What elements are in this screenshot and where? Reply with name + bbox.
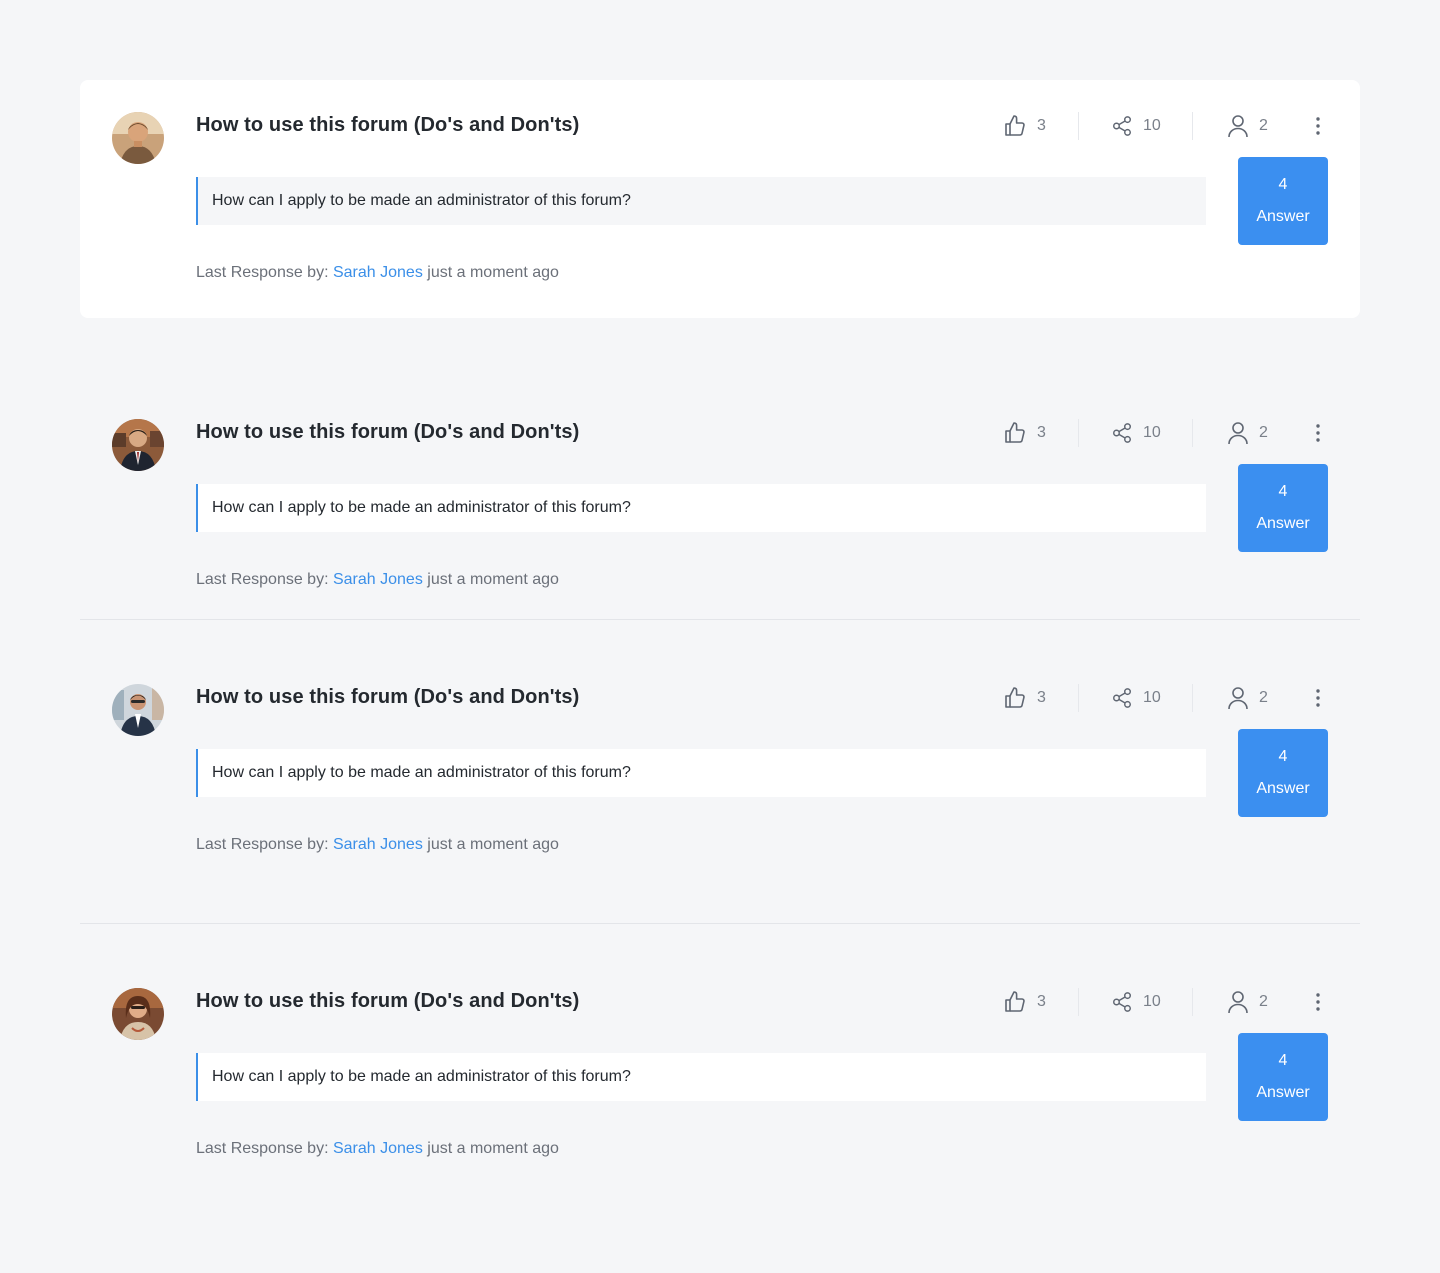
likes-count: 3 — [1037, 424, 1046, 441]
shares-stat[interactable]: 10 — [1111, 419, 1161, 447]
divider — [1192, 419, 1193, 447]
divider — [1078, 419, 1079, 447]
thread-title[interactable]: How to use this forum (Do's and Don'ts) — [196, 114, 579, 137]
more-options-button[interactable] — [1306, 112, 1330, 140]
answer-count: 4 — [1278, 176, 1288, 193]
last-response-time: just a moment ago — [427, 571, 559, 588]
thread-item[interactable]: How to use this forum (Do's and Don'ts) … — [80, 924, 1360, 1224]
more-vertical-icon — [1316, 424, 1320, 442]
last-response-prefix: Last Response by: — [196, 836, 329, 853]
shares-stat[interactable]: 10 — [1111, 112, 1161, 140]
users-stat[interactable]: 2 — [1227, 419, 1268, 447]
shares-count: 10 — [1143, 117, 1161, 134]
answer-button[interactable]: 4 Answer — [1238, 729, 1328, 817]
users-stat[interactable]: 2 — [1227, 112, 1268, 140]
thumbs-up-icon — [1005, 115, 1025, 136]
answer-button[interactable]: 4 Answer — [1238, 464, 1328, 552]
thumbs-up-icon — [1005, 991, 1025, 1012]
likes-count: 3 — [1037, 993, 1046, 1010]
more-options-button[interactable] — [1306, 988, 1330, 1016]
answer-label: Answer — [1256, 515, 1310, 532]
thread-item[interactable]: How to use this forum (Do's and Don'ts) … — [80, 620, 1360, 924]
answer-button[interactable]: 4 Answer — [1238, 157, 1328, 245]
users-count: 2 — [1259, 424, 1268, 441]
answer-count: 4 — [1278, 1052, 1288, 1069]
more-options-button[interactable] — [1306, 419, 1330, 447]
likes-stat[interactable]: 3 — [1003, 419, 1046, 447]
more-options-button[interactable] — [1306, 684, 1330, 712]
last-response: Last Response by: Sarah Jones just a mom… — [196, 836, 559, 854]
more-vertical-icon — [1316, 117, 1320, 135]
last-response-time: just a moment ago — [427, 836, 559, 853]
last-response: Last Response by: Sarah Jones just a mom… — [196, 264, 559, 282]
answer-count: 4 — [1278, 748, 1288, 765]
avatar[interactable] — [112, 419, 164, 471]
question-text: How can I apply to be made an administra… — [196, 484, 1206, 532]
thumbs-up-icon — [1005, 687, 1025, 708]
last-response-prefix: Last Response by: — [196, 1140, 329, 1157]
forum-thread-list: How to use this forum (Do's and Don'ts) … — [80, 80, 1360, 1224]
divider — [1192, 112, 1193, 140]
divider — [1192, 684, 1193, 712]
users-count: 2 — [1259, 689, 1268, 706]
divider — [1192, 988, 1193, 1016]
thread-card[interactable]: How to use this forum (Do's and Don'ts) … — [80, 80, 1360, 318]
answer-label: Answer — [1256, 1084, 1310, 1101]
users-stat[interactable]: 2 — [1227, 684, 1268, 712]
user-icon — [1228, 115, 1248, 138]
answer-count: 4 — [1278, 483, 1288, 500]
likes-count: 3 — [1037, 689, 1046, 706]
last-response-time: just a moment ago — [427, 1140, 559, 1157]
answer-button[interactable]: 4 Answer — [1238, 1033, 1328, 1121]
avatar[interactable] — [112, 988, 164, 1040]
user-icon — [1228, 687, 1248, 710]
question-text: How can I apply to be made an administra… — [196, 177, 1206, 225]
shares-stat[interactable]: 10 — [1111, 684, 1161, 712]
last-response-time: just a moment ago — [427, 264, 559, 281]
share-icon — [1113, 423, 1131, 443]
last-response: Last Response by: Sarah Jones just a mom… — [196, 1140, 559, 1158]
question-text: How can I apply to be made an administra… — [196, 749, 1206, 797]
share-icon — [1113, 116, 1131, 136]
last-response-author-link[interactable]: Sarah Jones — [333, 264, 423, 281]
divider — [1078, 988, 1079, 1016]
last-response: Last Response by: Sarah Jones just a mom… — [196, 571, 559, 589]
answer-label: Answer — [1256, 208, 1310, 225]
likes-stat[interactable]: 3 — [1003, 684, 1046, 712]
last-response-prefix: Last Response by: — [196, 264, 329, 281]
share-icon — [1113, 992, 1131, 1012]
more-vertical-icon — [1316, 993, 1320, 1011]
user-icon — [1228, 991, 1248, 1014]
last-response-author-link[interactable]: Sarah Jones — [333, 571, 423, 588]
users-count: 2 — [1259, 993, 1268, 1010]
answer-label: Answer — [1256, 780, 1310, 797]
avatar[interactable] — [112, 112, 164, 164]
thread-title[interactable]: How to use this forum (Do's and Don'ts) — [196, 686, 579, 709]
shares-count: 10 — [1143, 424, 1161, 441]
thread-title[interactable]: How to use this forum (Do's and Don'ts) — [196, 421, 579, 444]
users-stat[interactable]: 2 — [1227, 988, 1268, 1016]
divider — [1078, 112, 1079, 140]
share-icon — [1113, 688, 1131, 708]
question-text: How can I apply to be made an administra… — [196, 1053, 1206, 1101]
likes-stat[interactable]: 3 — [1003, 112, 1046, 140]
more-vertical-icon — [1316, 689, 1320, 707]
avatar[interactable] — [112, 684, 164, 736]
last-response-author-link[interactable]: Sarah Jones — [333, 1140, 423, 1157]
thumbs-up-icon — [1005, 422, 1025, 443]
shares-count: 10 — [1143, 993, 1161, 1010]
shares-stat[interactable]: 10 — [1111, 988, 1161, 1016]
users-count: 2 — [1259, 117, 1268, 134]
last-response-author-link[interactable]: Sarah Jones — [333, 836, 423, 853]
divider — [1078, 684, 1079, 712]
user-icon — [1228, 422, 1248, 445]
thread-item[interactable]: How to use this forum (Do's and Don'ts) … — [80, 380, 1360, 620]
last-response-prefix: Last Response by: — [196, 571, 329, 588]
thread-title[interactable]: How to use this forum (Do's and Don'ts) — [196, 990, 579, 1013]
shares-count: 10 — [1143, 689, 1161, 706]
likes-count: 3 — [1037, 117, 1046, 134]
likes-stat[interactable]: 3 — [1003, 988, 1046, 1016]
